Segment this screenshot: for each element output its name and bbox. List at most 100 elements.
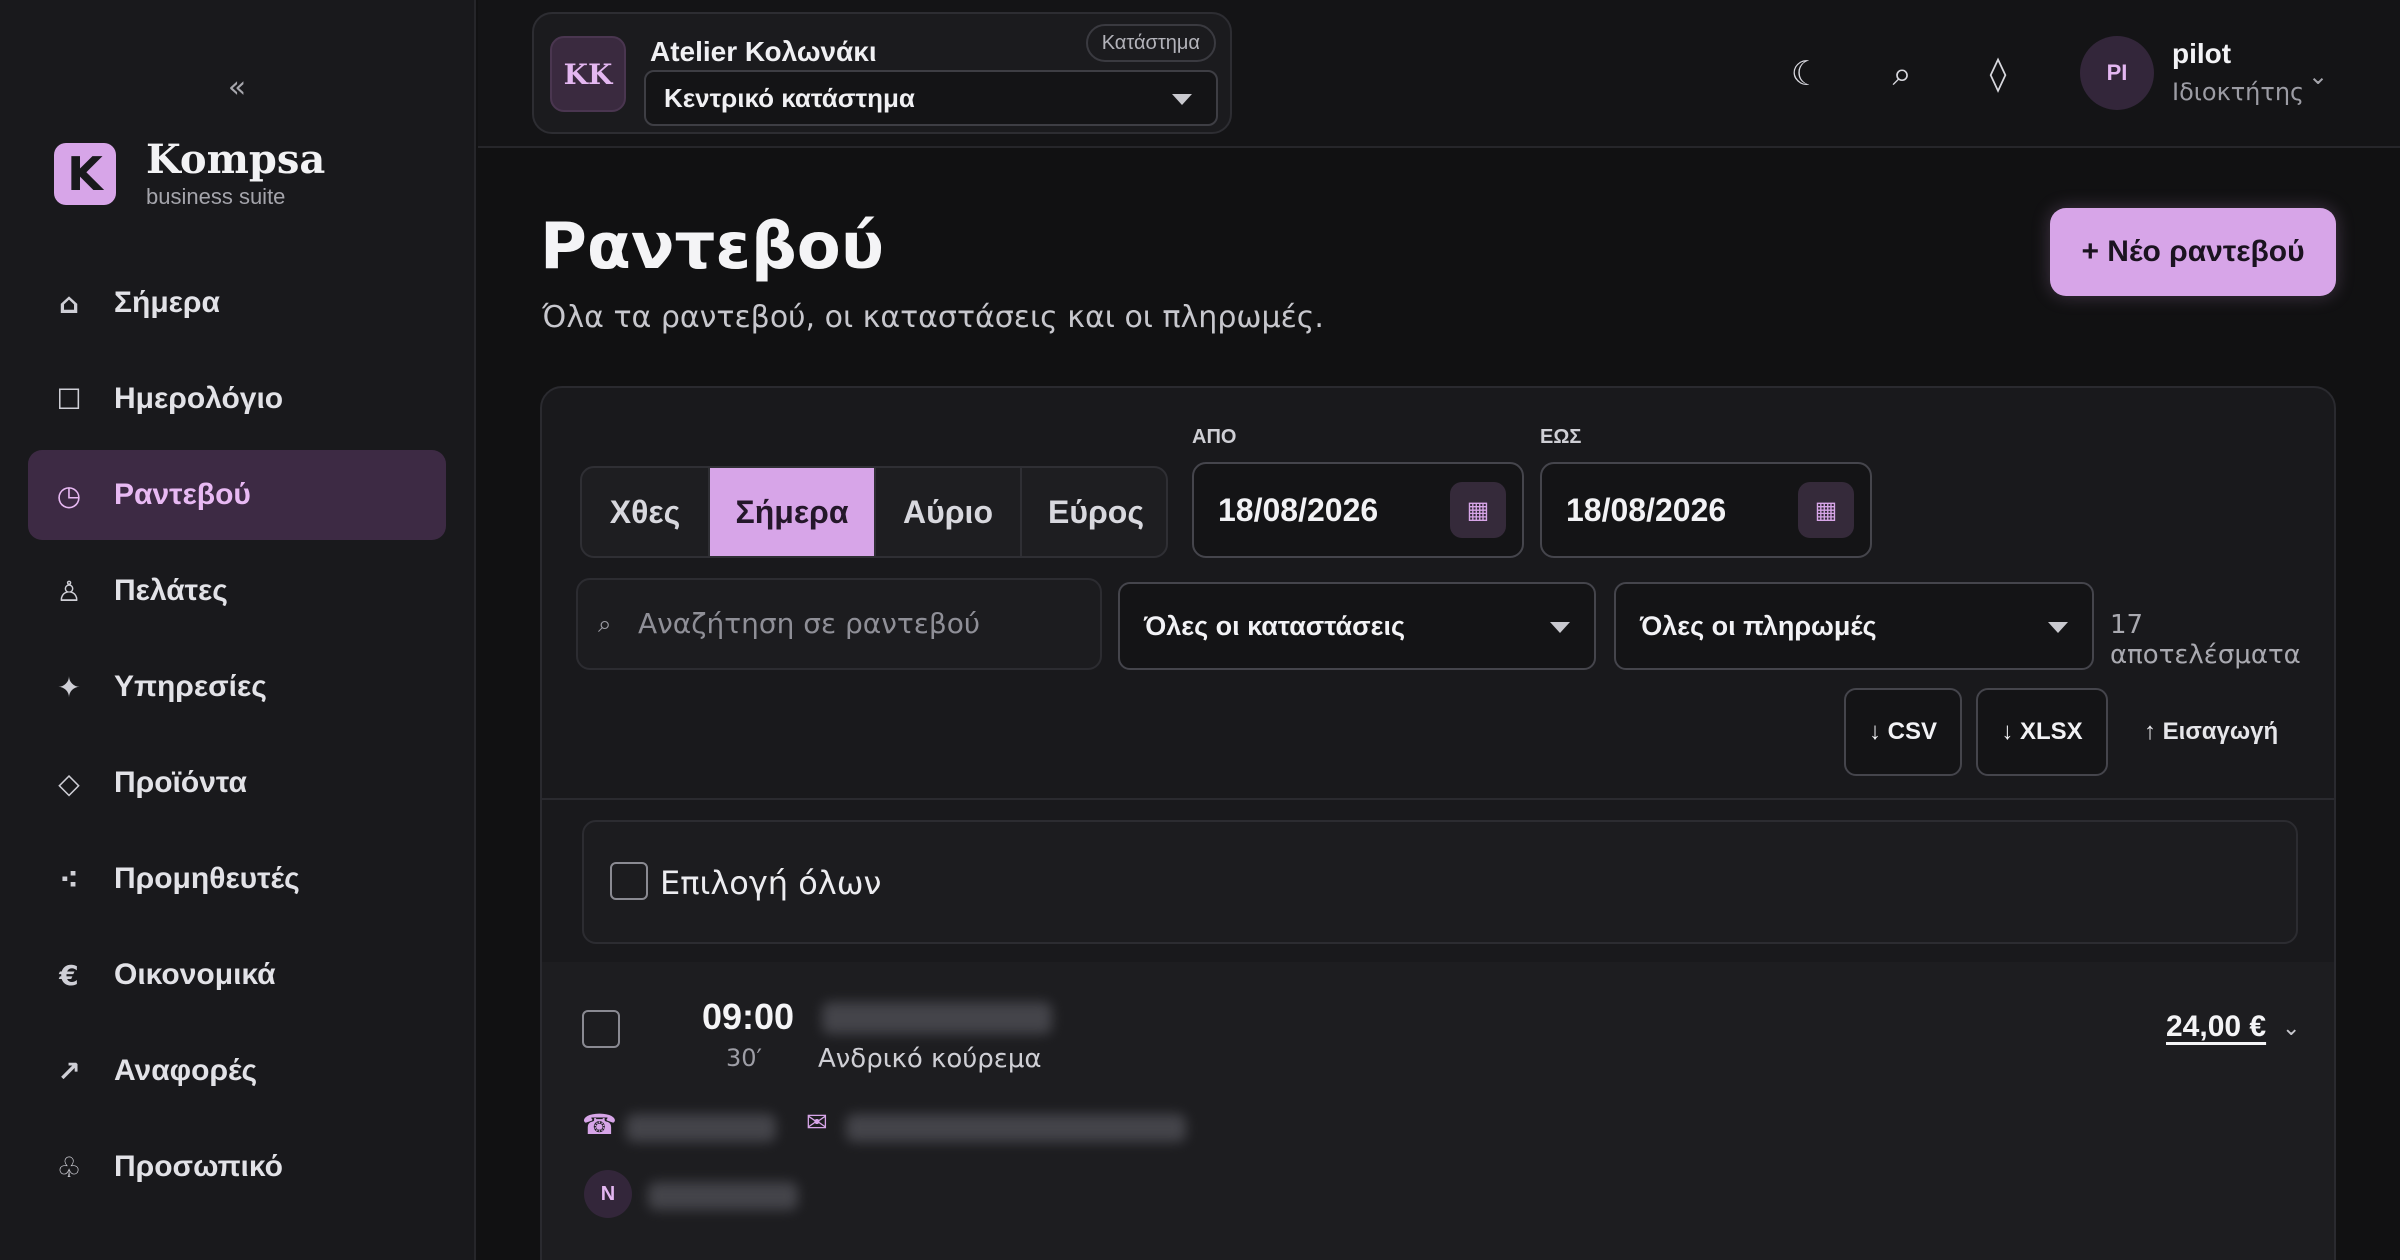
from-date-input[interactable]: 18/08/2026 ▦ xyxy=(1192,462,1524,558)
store-name: Atelier Κολωνάκι xyxy=(650,36,877,67)
appointment-duration: 30′ xyxy=(726,1044,762,1072)
email-redacted xyxy=(846,1114,1186,1142)
from-date-label: ΑΠΟ xyxy=(1192,426,1237,448)
appointment-service: Ανδρικό κούρεμα xyxy=(818,1044,1042,1074)
appointment-price[interactable]: 24,00 € xyxy=(2166,1010,2266,1044)
chevron-down-icon[interactable]: ⌄ xyxy=(2282,1016,2300,1041)
sidebar-item-label: Προϊόντα xyxy=(114,766,247,799)
store-badge: Κατάστημα xyxy=(1085,24,1216,62)
sidebar-item-label: Πελάτες xyxy=(114,574,228,607)
select-all-label[interactable]: Επιλογή όλων xyxy=(660,864,881,902)
sidebar-item-suppliers[interactable]: ⁖ Προμηθευτές xyxy=(28,834,446,924)
brand-subtitle: business suite xyxy=(146,184,286,209)
sidebar-item-appointments[interactable]: ◷ Ραντεβού xyxy=(28,450,446,540)
sidebar-item-label: Προσωπικό xyxy=(114,1150,283,1183)
chevron-down-icon[interactable]: ⌄ xyxy=(2308,62,2328,90)
search-placeholder: Αναζήτηση σε ραντεβού xyxy=(638,607,981,640)
status-filter-select[interactable]: Όλες οι καταστάσεις xyxy=(1118,582,1596,670)
trend-icon: ↗ xyxy=(57,1054,81,1088)
clock-icon: ◷ xyxy=(56,478,82,512)
export-xlsx-button[interactable]: ↓ XLSX xyxy=(1976,688,2108,776)
brand: K Kompsa business suite xyxy=(54,138,325,210)
chevron-down-icon xyxy=(1550,622,1570,633)
sidebar-item-finance[interactable]: € Οικονομικά xyxy=(28,930,446,1020)
phone-redacted xyxy=(626,1114,776,1142)
tab-tomorrow[interactable]: Αύριο xyxy=(876,468,1022,556)
sidebar-item-products[interactable]: ◇ Προϊόντα xyxy=(28,738,446,828)
sidebar-item-staff[interactable]: ♧ Προσωπικό xyxy=(28,1122,446,1212)
tab-range[interactable]: Εύρος xyxy=(1022,468,1166,556)
sidebar-item-label: Αναφορές xyxy=(114,1054,258,1087)
staff-avatar: N xyxy=(584,1170,632,1218)
appointment-checkbox[interactable] xyxy=(582,1010,620,1048)
collapse-sidebar-button[interactable]: « xyxy=(222,68,252,108)
diamond-icon: ◇ xyxy=(58,766,80,800)
to-date-value: 18/08/2026 xyxy=(1566,492,1727,528)
chevron-down-icon xyxy=(2048,622,2068,633)
tab-today[interactable]: Σήμερα xyxy=(710,468,876,556)
staff-name-redacted xyxy=(648,1182,798,1210)
sidebar-item-calendar[interactable]: ☐ Ημερολόγιο xyxy=(28,354,446,444)
user-role: Ιδιοκτήτης xyxy=(2172,78,2305,106)
sidebar-nav: ⌂ Σήμερα ☐ Ημερολόγιο ◷ Ραντεβού ♙ Πελάτ… xyxy=(28,258,446,1218)
search-icon: ⌕ xyxy=(598,610,612,638)
diamond-icon[interactable]: ◊ xyxy=(1976,52,2020,96)
user-icon: ♙ xyxy=(56,574,82,608)
mail-icon: ✉ xyxy=(806,1108,828,1138)
export-csv-button[interactable]: ↓ CSV xyxy=(1844,688,1962,776)
branch-select-value: Κεντρικό κατάστημα xyxy=(664,83,915,113)
client-name-redacted xyxy=(822,1002,1052,1034)
topbar: KK Atelier Κολωνάκι Κατάστημα Κεντρικό κ… xyxy=(478,0,2400,148)
sidebar-item-reports[interactable]: ↗ Αναφορές xyxy=(28,1026,446,1116)
sparkle-icon: ✦ xyxy=(57,670,81,704)
user-name[interactable]: pilot xyxy=(2172,38,2231,70)
branch-select[interactable]: Κεντρικό κατάστημα xyxy=(644,70,1218,126)
sidebar-item-today[interactable]: ⌂ Σήμερα xyxy=(28,258,446,348)
sidebar-item-label: Ημερολόγιο xyxy=(114,382,284,415)
sidebar-item-label: Σήμερα xyxy=(114,286,220,319)
page-title: Ραντεβού xyxy=(540,210,884,284)
tab-yesterday[interactable]: Χθες xyxy=(582,468,710,556)
store-avatar: KK xyxy=(550,36,626,112)
euro-icon: € xyxy=(59,958,79,992)
sidebar-item-label: Προμηθευτές xyxy=(114,862,300,895)
payment-filter-value: Όλες οι πληρωμές xyxy=(1640,611,1877,641)
appointment-time: 09:00 xyxy=(702,996,795,1037)
sidebar-item-services[interactable]: ✦ Υπηρεσίες xyxy=(28,642,446,732)
search-input[interactable]: ⌕ Αναζήτηση σε ραντεβού xyxy=(576,578,1102,670)
phone-icon: ☎ xyxy=(582,1108,617,1141)
calendar-icon[interactable]: ▦ xyxy=(1798,482,1854,538)
page-subtitle: Όλα τα ραντεβού, οι καταστάσεις και οι π… xyxy=(542,300,1324,335)
store-switcher: KK Atelier Κολωνάκι Κατάστημα Κεντρικό κ… xyxy=(532,12,1232,134)
dots-icon: ⁖ xyxy=(59,862,79,896)
sidebar-item-label: Οικονομικά xyxy=(114,958,276,991)
payment-filter-select[interactable]: Όλες οι πληρωμές xyxy=(1614,582,2094,670)
home-icon: ⌂ xyxy=(58,286,80,320)
from-date-value: 18/08/2026 xyxy=(1218,492,1379,528)
brand-logo: K xyxy=(54,143,116,205)
appointment-card[interactable]: 09:00 30′ Ανδρικό κούρεμα 24,00 € ⌄ ☎ ✉ … xyxy=(542,962,2334,1260)
sidebar-item-clients[interactable]: ♙ Πελάτες xyxy=(28,546,446,636)
results-count: 17 αποτελέσματα xyxy=(2110,610,2301,670)
search-icon[interactable]: ⌕ xyxy=(1880,52,1924,96)
status-filter-value: Όλες οι καταστάσεις xyxy=(1144,611,1405,641)
new-appointment-button[interactable]: + Νέο ραντεβού xyxy=(2050,208,2336,296)
select-all-checkbox[interactable] xyxy=(610,862,648,900)
sidebar: « K Kompsa business suite ⌂ Σήμερα ☐ Ημε… xyxy=(0,0,476,1260)
calendar-icon: ☐ xyxy=(56,382,82,416)
sidebar-item-label: Ραντεβού xyxy=(114,478,251,511)
to-date-label: ΕΩΣ xyxy=(1540,426,1582,448)
sidebar-item-label: Υπηρεσίες xyxy=(114,670,267,703)
date-range-tabs: Χθες Σήμερα Αύριο Εύρος xyxy=(580,466,1168,558)
to-date-input[interactable]: 18/08/2026 ▦ xyxy=(1540,462,1872,558)
chevron-down-icon xyxy=(1172,94,1192,105)
select-all-row: Επιλογή όλων xyxy=(582,820,2298,944)
brand-name: Kompsa xyxy=(146,136,326,183)
divider xyxy=(542,798,2334,800)
user-avatar[interactable]: PI xyxy=(2080,36,2154,110)
staff-icon: ♧ xyxy=(56,1150,82,1184)
appointments-panel: Χθες Σήμερα Αύριο Εύρος ΑΠΟ 18/08/2026 ▦… xyxy=(540,386,2336,1260)
moon-icon[interactable]: ☾ xyxy=(1784,52,1828,96)
import-button[interactable]: ↑ Εισαγωγή xyxy=(2144,688,2278,776)
calendar-icon[interactable]: ▦ xyxy=(1450,482,1506,538)
